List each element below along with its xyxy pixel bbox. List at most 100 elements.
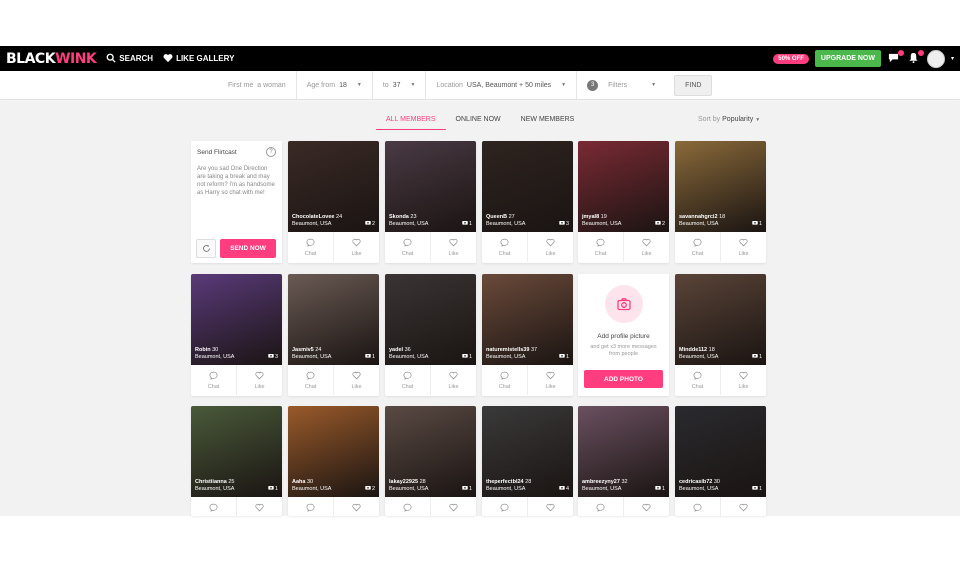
help-icon[interactable]: ? <box>266 147 276 157</box>
chat-button[interactable]: Chat <box>385 232 430 262</box>
member-photo[interactable]: Christiianna 25 Beaumont, USA 1 <box>191 406 282 497</box>
like-button[interactable]: Like <box>236 365 282 395</box>
age-from-select[interactable]: Age from 18 ▼ <box>297 71 373 99</box>
sort-by-select[interactable]: Sort by Popularity ▼ <box>698 116 760 123</box>
member-name[interactable]: ambreezyny27 <box>582 479 620 485</box>
like-button[interactable]: Like <box>720 497 766 516</box>
notifications-button[interactable] <box>907 49 924 66</box>
like-button[interactable]: Like <box>236 497 282 516</box>
location-select[interactable]: Location USA, Beaumont + 50 miles ▼ <box>426 71 578 99</box>
member-name[interactable]: lakay22925 <box>389 479 418 485</box>
like-button[interactable]: Like <box>527 232 573 262</box>
chat-button[interactable]: Chat <box>385 365 430 395</box>
refresh-button[interactable] <box>196 239 216 258</box>
member-name[interactable]: Christiianna <box>195 479 227 485</box>
member-name[interactable]: QueenB <box>486 214 507 220</box>
member-card[interactable]: lakay22925 28Beaumont, USA 1 Chat Like <box>385 406 476 516</box>
member-name[interactable]: Jasmiv5 <box>292 347 314 353</box>
member-card[interactable]: ChocolateLovee 24 Beaumont, USA 2 Chat Like <box>288 141 379 263</box>
logo[interactable]: BLACKWINK <box>6 51 97 67</box>
upgrade-button[interactable]: UPGRADE NOW <box>814 50 881 67</box>
member-photo[interactable]: lakay22925 28 Beaumont, USA 1 <box>385 406 476 497</box>
member-photo[interactable]: ambreezyny27 32 Beaumont, USA 1 <box>578 406 669 497</box>
like-button[interactable]: Like <box>333 497 379 516</box>
first-me-filter[interactable]: First me a woman <box>218 71 297 99</box>
chat-button[interactable]: Chat <box>482 497 527 516</box>
user-avatar[interactable] <box>926 49 945 68</box>
like-button[interactable]: Like <box>720 365 766 395</box>
chat-button[interactable]: Chat <box>288 232 333 262</box>
member-card[interactable]: yadel 36 Beaumont, USA 1 Chat Like <box>385 274 476 396</box>
member-name[interactable]: Skonda <box>389 214 409 220</box>
member-card[interactable]: Robin 30 Beaumont, USA 3 Chat Like <box>191 274 282 396</box>
member-photo[interactable]: Robin 30 Beaumont, USA 3 <box>191 274 282 365</box>
chat-button[interactable]: Chat <box>385 497 430 516</box>
member-photo[interactable]: theperfectbl24 28 Beaumont, USA 4 <box>482 406 573 497</box>
member-name[interactable]: theperfectbl24 <box>486 479 524 485</box>
member-name[interactable]: Robin <box>195 347 211 353</box>
like-button[interactable]: Like <box>430 365 476 395</box>
chat-button[interactable]: Chat <box>482 232 527 262</box>
chat-button[interactable]: Chat <box>288 365 333 395</box>
messages-button[interactable] <box>887 49 904 66</box>
member-name[interactable]: Aaha <box>292 479 305 485</box>
member-name[interactable]: jmyal8 <box>582 214 599 220</box>
member-photo[interactable]: QueenB 27 Beaumont, USA 3 <box>482 141 573 232</box>
chat-button[interactable]: Chat <box>675 365 720 395</box>
member-card[interactable]: savannahgrci2 18 Beaumont, USA 1 Chat Like <box>675 141 766 263</box>
chat-button[interactable]: Chat <box>288 497 333 516</box>
member-photo[interactable]: savannahgrci2 18 Beaumont, USA 1 <box>675 141 766 232</box>
chat-button[interactable]: Chat <box>675 497 720 516</box>
member-card[interactable]: QueenB 27 Beaumont, USA 3 Chat Like <box>482 141 573 263</box>
nav-search-link[interactable]: SEARCH <box>106 53 153 65</box>
chevron-down-icon[interactable]: ▾ <box>951 55 954 62</box>
member-photo[interactable]: cedricasib72 30 Beaumont, USA 1 <box>675 406 766 497</box>
member-photo[interactable]: ChocolateLovee 24 Beaumont, USA 2 <box>288 141 379 232</box>
like-button[interactable]: Like <box>527 365 573 395</box>
member-card[interactable]: Aaha 30Beaumont, USA 2 Chat Like <box>288 406 379 516</box>
filters-dropdown[interactable]: 3 Filters ▼ <box>577 71 666 99</box>
member-card[interactable]: Christiianna 25Beaumont, USA 1 Chat Like <box>191 406 282 516</box>
member-name[interactable]: Mindde112 <box>679 347 707 353</box>
add-photo-button[interactable]: ADD PHOTO <box>584 370 663 388</box>
member-name[interactable]: naturemistells39 <box>486 347 529 353</box>
member-card[interactable]: naturemistells39 37 Beaumont, USA 1 Chat Lik… <box>482 274 573 396</box>
like-button[interactable]: Like <box>430 232 476 262</box>
member-photo[interactable]: yadel 36 Beaumont, USA 1 <box>385 274 476 365</box>
like-button[interactable]: Like <box>333 365 379 395</box>
like-button[interactable]: Like <box>720 232 766 262</box>
member-card[interactable]: cedricasib72 30Beaumont, USA 1 Chat Like <box>675 406 766 516</box>
member-photo[interactable]: Jasmiv5 24 Beaumont, USA 1 <box>288 274 379 365</box>
chat-button[interactable]: Chat <box>578 232 623 262</box>
discount-badge[interactable]: 50% OFF <box>773 53 809 64</box>
tab-all-members[interactable]: ALL MEMBERS <box>376 113 446 130</box>
chat-button[interactable]: Chat <box>578 497 623 516</box>
member-card[interactable]: Skonda 23 Beaumont, USA 1 Chat Like <box>385 141 476 263</box>
nav-like-gallery-link[interactable]: LIKE GALLERY <box>163 53 234 65</box>
age-to-select[interactable]: to 37 ▼ <box>373 71 427 99</box>
member-name[interactable]: yadel <box>389 347 403 353</box>
member-card[interactable]: theperfectbl24 28Beaumont, USA 4 Chat Like <box>482 406 573 516</box>
camera-icon[interactable] <box>604 285 643 323</box>
like-button[interactable]: Like <box>527 497 573 516</box>
like-button[interactable]: Like <box>430 497 476 516</box>
member-photo[interactable]: jmyal8 19 Beaumont, USA 2 <box>578 141 669 232</box>
member-name[interactable]: ChocolateLovee <box>292 214 334 220</box>
member-photo[interactable]: naturemistells39 37 Beaumont, USA 1 <box>482 274 573 365</box>
chat-button[interactable]: Chat <box>675 232 720 262</box>
member-card[interactable]: Jasmiv5 24 Beaumont, USA 1 Chat Like <box>288 274 379 396</box>
chat-button[interactable]: Chat <box>482 365 527 395</box>
send-now-button[interactable]: SEND NOW <box>220 239 276 258</box>
like-button[interactable]: Like <box>623 232 669 262</box>
member-name[interactable]: savannahgrci2 <box>679 214 718 220</box>
chat-button[interactable]: Chat <box>191 497 236 516</box>
tab-new-members[interactable]: NEW MEMBERS <box>511 113 585 130</box>
member-card[interactable]: Mindde112 18 Beaumont, USA 1 Chat Like <box>675 274 766 396</box>
member-name[interactable]: cedricasib72 <box>679 479 712 485</box>
tab-online-now[interactable]: ONLINE NOW <box>446 113 511 130</box>
chat-button[interactable]: Chat <box>191 365 236 395</box>
member-photo[interactable]: Mindde112 18 Beaumont, USA 1 <box>675 274 766 365</box>
member-card[interactable]: jmyal8 19 Beaumont, USA 2 Chat Like <box>578 141 669 263</box>
member-photo[interactable]: Skonda 23 Beaumont, USA 1 <box>385 141 476 232</box>
member-card[interactable]: ambreezyny27 32Beaumont, USA 1 Chat Like <box>578 406 669 516</box>
